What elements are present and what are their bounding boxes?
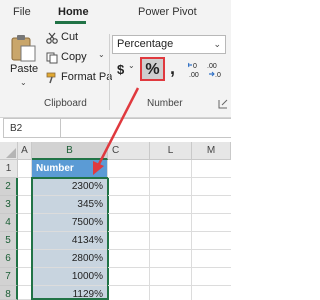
annotation-arrow <box>93 87 140 175</box>
